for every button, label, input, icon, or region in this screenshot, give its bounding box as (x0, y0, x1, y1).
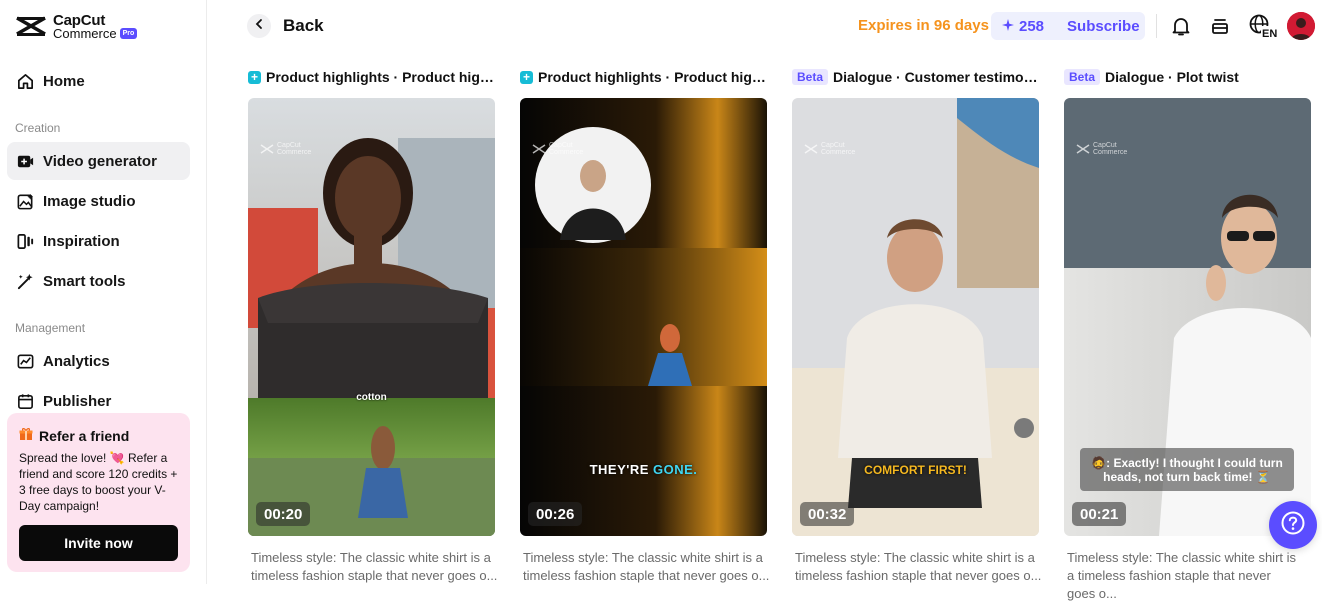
plus-badge-icon: + (248, 70, 261, 84)
brand-sub: Commerce (53, 26, 117, 41)
gift-icon (19, 427, 33, 444)
capcut-commerce-logo[interactable]: CapCut Commerce Pro (15, 13, 138, 41)
video-thumbnail-4[interactable]: CapCut Commerce 🧔: Exactly! I thought I c… (1064, 98, 1311, 536)
card-description-4: Timeless style: The classic white shirt … (1067, 550, 1297, 601)
card-title-text: Product highlights · Product highl... (538, 69, 767, 85)
language-code: EN (1262, 28, 1277, 39)
video-caption: 🧔: Exactly! I thought I could turn heads… (1080, 448, 1294, 491)
sidebar-item-home[interactable]: Home (7, 62, 190, 100)
sidebar-item-label: Home (43, 72, 85, 90)
beta-badge: Beta (792, 69, 829, 85)
credits-subscribe-pill[interactable]: 258 Subscribe (991, 12, 1145, 40)
sidebar-item-video-generator[interactable]: Video generator (7, 142, 190, 180)
pro-badge: Pro (119, 28, 138, 39)
image-sparkle-icon (16, 192, 35, 211)
section-label-management: Management (15, 321, 86, 335)
calendar-icon (16, 392, 35, 411)
card-title-4[interactable]: Beta Dialogue · Plot twist (1064, 68, 1311, 86)
video-thumbnail-1[interactable]: CapCut Commerce cotton 00:20 (248, 98, 495, 536)
capcut-watermark: CapCut Commerce (804, 142, 855, 156)
duration-badge: 00:21 (1072, 502, 1127, 526)
storage-icon[interactable] (1208, 14, 1232, 38)
bell-icon[interactable] (1169, 14, 1193, 38)
language-globe-icon[interactable]: EN (1248, 14, 1278, 39)
video-thumbnail-3[interactable]: CapCut Commerce COMFORT FIRST! 00:32 (792, 98, 1039, 536)
sidebar-item-inspiration[interactable]: Inspiration (7, 222, 190, 260)
refer-title: Refer a friend (39, 427, 130, 444)
expiry-notice: Expires in 96 days (858, 17, 989, 34)
plus-badge-icon: + (520, 70, 533, 84)
sidebar-item-label: Video generator (43, 152, 157, 170)
video-caption: cotton (356, 392, 387, 403)
refer-body: Spread the love! 💘 Refer a friend and sc… (19, 451, 178, 513)
video-plus-icon (16, 152, 35, 171)
back-button[interactable] (247, 14, 271, 38)
beta-badge: Beta (1064, 69, 1101, 85)
sidebar-item-image-studio[interactable]: Image studio (7, 182, 190, 220)
capcut-watermark: CapCut Commerce (532, 142, 583, 156)
help-button[interactable] (1269, 501, 1317, 549)
sidebar-item-smart-tools[interactable]: Smart tools (7, 262, 190, 300)
magic-wand-icon (16, 272, 35, 291)
capcut-logo-icon (16, 16, 46, 36)
video-thumbnail-image (248, 98, 495, 536)
section-label-creation: Creation (15, 121, 61, 135)
refer-a-friend-card: Refer a friend Spread the love! 💘 Refer … (7, 413, 190, 572)
inspiration-icon (16, 232, 35, 251)
card-description-2: Timeless style: The classic white shirt … (523, 550, 770, 583)
sidebar-item-label: Inspiration (43, 232, 120, 250)
credits-count: 258 (1019, 17, 1045, 35)
home-icon (16, 72, 35, 91)
question-mark-icon (1280, 510, 1306, 541)
duration-badge: 00:26 (528, 502, 583, 526)
video-thumbnail-2[interactable]: CapCut Commerce THEY'RE GONE. 00:26 (520, 98, 767, 536)
video-caption: COMFORT FIRST! (864, 463, 967, 477)
sidebar-item-label: Analytics (43, 352, 110, 370)
card-title-text: Dialogue · Customer testimonial (833, 69, 1039, 85)
sidebar: CapCut Commerce Pro Home Creation Video g… (0, 0, 207, 584)
chevron-left-icon (253, 17, 265, 35)
duration-badge: 00:32 (800, 502, 855, 526)
capcut-watermark: CapCut Commerce (1076, 142, 1127, 156)
card-title-text: Dialogue · Plot twist (1105, 69, 1239, 85)
card-description-3: Timeless style: The classic white shirt … (795, 550, 1042, 583)
card-title-1[interactable]: + Product highlights · Product highl... (248, 68, 495, 86)
card-title-2[interactable]: + Product highlights · Product highl... (520, 68, 767, 86)
chart-icon (16, 352, 35, 371)
sidebar-item-label: Image studio (43, 192, 136, 210)
sparkle-icon (1002, 18, 1014, 35)
card-description-1: Timeless style: The classic white shirt … (251, 550, 498, 583)
header-divider (1156, 14, 1157, 38)
sidebar-item-analytics[interactable]: Analytics (7, 342, 190, 380)
invite-now-button[interactable]: Invite now (19, 525, 178, 561)
sidebar-item-label: Smart tools (43, 272, 126, 290)
back-label[interactable]: Back (283, 16, 324, 36)
card-title-3[interactable]: Beta Dialogue · Customer testimonial (792, 68, 1039, 86)
duration-badge: 00:20 (256, 502, 311, 526)
card-title-text: Product highlights · Product highl... (266, 69, 495, 85)
user-avatar[interactable] (1287, 12, 1315, 40)
video-caption: THEY'RE GONE. (589, 462, 698, 477)
sidebar-item-label: Publisher (43, 392, 112, 410)
subscribe-link[interactable]: Subscribe (1067, 18, 1140, 35)
capcut-watermark: CapCut Commerce (260, 142, 311, 156)
